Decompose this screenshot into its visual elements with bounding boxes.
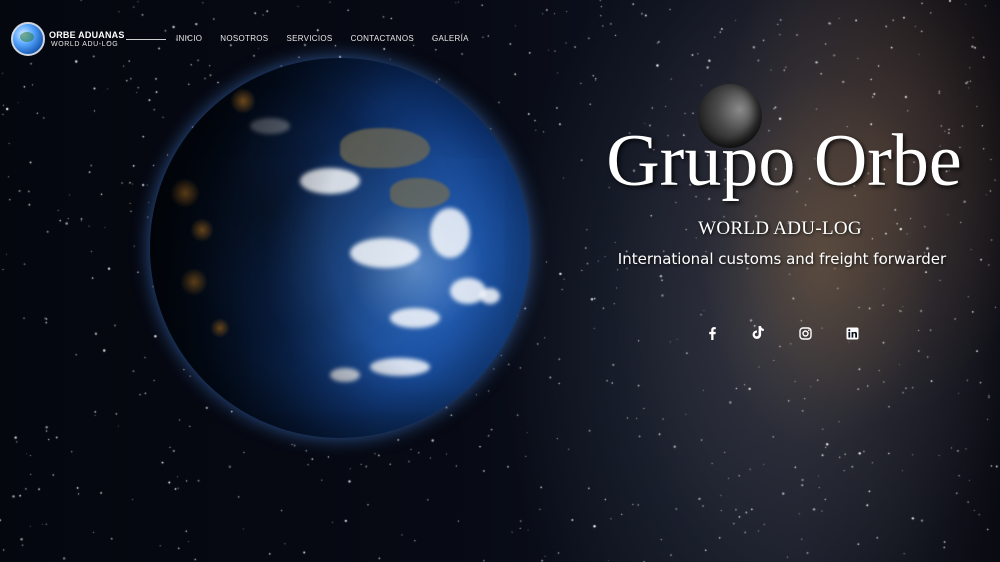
earth-image: [150, 58, 530, 438]
brand-name: ORBE ADUANAS: [49, 30, 125, 40]
hero-tagline: International customs and freight forwar…: [617, 250, 947, 268]
instagram-icon[interactable]: [794, 322, 816, 344]
nav-item-galeria[interactable]: GALERÍA: [432, 33, 469, 47]
brand-subtitle: WORLD ADU-LOG: [51, 41, 119, 48]
hero-title: Grupo Orbe: [606, 120, 962, 202]
nav-item-servicios[interactable]: SERVICIOS: [286, 33, 332, 47]
main-nav: INICIO NOSOTROS SERVICIOS CONTACTANOS GA…: [176, 33, 487, 47]
facebook-icon[interactable]: [701, 322, 723, 344]
hero-background: ORBE ADUANAS WORLD ADU-LOG INICIO NOSOTR…: [0, 0, 1000, 562]
nav-divider: [126, 39, 166, 40]
linkedin-icon[interactable]: [841, 322, 863, 344]
brand-logo[interactable]: ORBE ADUANAS WORLD ADU-LOG: [11, 22, 124, 58]
site-header: ORBE ADUANAS WORLD ADU-LOG INICIO NOSOTR…: [0, 0, 1000, 80]
nav-item-nosotros[interactable]: NOSOTROS: [220, 33, 268, 47]
tiktok-icon[interactable]: [747, 322, 769, 344]
globe-icon: [11, 22, 45, 56]
nav-item-inicio[interactable]: INICIO: [176, 33, 202, 47]
nav-item-contactanos[interactable]: CONTACTANOS: [351, 33, 414, 47]
hero-subtitle: WORLD ADU-LOG: [698, 218, 862, 239]
